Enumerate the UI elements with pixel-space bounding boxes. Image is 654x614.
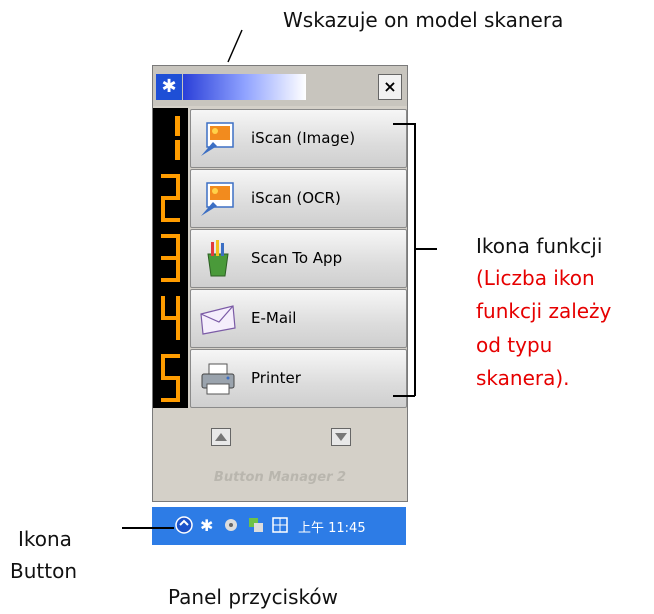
app-footer-label: Button Manager 2 — [213, 470, 347, 485]
function-row-5: Printer — [153, 348, 407, 408]
digit-display-2 — [153, 168, 188, 228]
bracket-vertical — [414, 123, 416, 396]
audio-icon[interactable] — [222, 515, 242, 535]
printer-icon — [201, 363, 235, 395]
button-label: Scan To App — [251, 249, 343, 267]
panel-caption: Panel przycisków — [168, 585, 338, 609]
scroll-up-button[interactable] — [211, 428, 231, 446]
iscan-image-icon — [201, 122, 234, 156]
digit-display-1 — [153, 108, 188, 168]
button-manager-icon[interactable] — [174, 515, 194, 535]
iscan-image-button[interactable]: iScan (Image) — [190, 109, 407, 168]
scanner-model-bar — [183, 74, 306, 100]
function-icon-note-2: funkcji zależy — [476, 299, 612, 323]
digit-display-5 — [153, 348, 188, 408]
model-callout-line — [227, 29, 243, 63]
tray-callout-line — [122, 527, 174, 529]
function-icon-note-1: (Liczba ikon — [476, 266, 595, 290]
scanner-model-icon: ✱ — [156, 74, 182, 100]
digit-display-3 — [153, 228, 188, 288]
clock: 上午 11:45 — [298, 521, 366, 536]
iscan-ocr-button[interactable]: iScan (OCR) — [190, 169, 407, 228]
function-row-3: Scan To App — [153, 228, 407, 288]
triangle-down-icon — [335, 433, 347, 441]
function-row-2: iScan (OCR) — [153, 168, 407, 228]
triangle-up-icon — [215, 433, 227, 441]
function-row-1: iScan (Image) — [153, 108, 407, 168]
scroll-area: Button Manager 2 — [153, 408, 407, 500]
printer-button[interactable]: Printer — [190, 349, 407, 408]
scroll-down-button[interactable] — [331, 428, 351, 446]
button-label: Printer — [251, 369, 301, 387]
input-method-icon[interactable] — [270, 515, 290, 535]
button-panel-window: ✱ × iScan (Image) iScan (OCR) Scan To Ap… — [152, 65, 408, 502]
scan-to-app-button[interactable]: Scan To App — [190, 229, 407, 288]
svg-text:✱: ✱ — [200, 516, 213, 535]
button-label: iScan (Image) — [251, 129, 356, 147]
function-icon-title: Ikona funkcji — [476, 234, 603, 258]
taskbar-tray: ✱ 上午 11:45 — [152, 507, 406, 545]
button-label: iScan (OCR) — [251, 189, 341, 207]
bracket-top — [393, 123, 415, 125]
button-label: E-Mail — [251, 309, 297, 327]
button-icon-label-2: Button — [10, 559, 77, 583]
model-annotation: Wskazuje on model skanera — [283, 8, 564, 32]
iscan-ocr-icon — [201, 182, 234, 216]
email-button[interactable]: E-Mail — [190, 289, 407, 348]
bracket-bottom — [393, 395, 415, 397]
scanner-icon[interactable]: ✱ — [198, 515, 218, 535]
function-icon-note-4: skanera). — [476, 366, 570, 390]
close-button[interactable]: × — [378, 74, 402, 100]
network-icon[interactable] — [246, 515, 266, 535]
email-icon — [200, 305, 236, 335]
bracket-mid — [415, 248, 437, 250]
button-icon-label-1: Ikona — [18, 527, 72, 551]
digit-display-4 — [153, 288, 188, 348]
scan-to-app-icon — [207, 240, 229, 277]
function-icon-note-3: od typu — [476, 333, 553, 357]
function-row-4: E-Mail — [153, 288, 407, 348]
title-bar: ✱ × — [153, 66, 407, 106]
